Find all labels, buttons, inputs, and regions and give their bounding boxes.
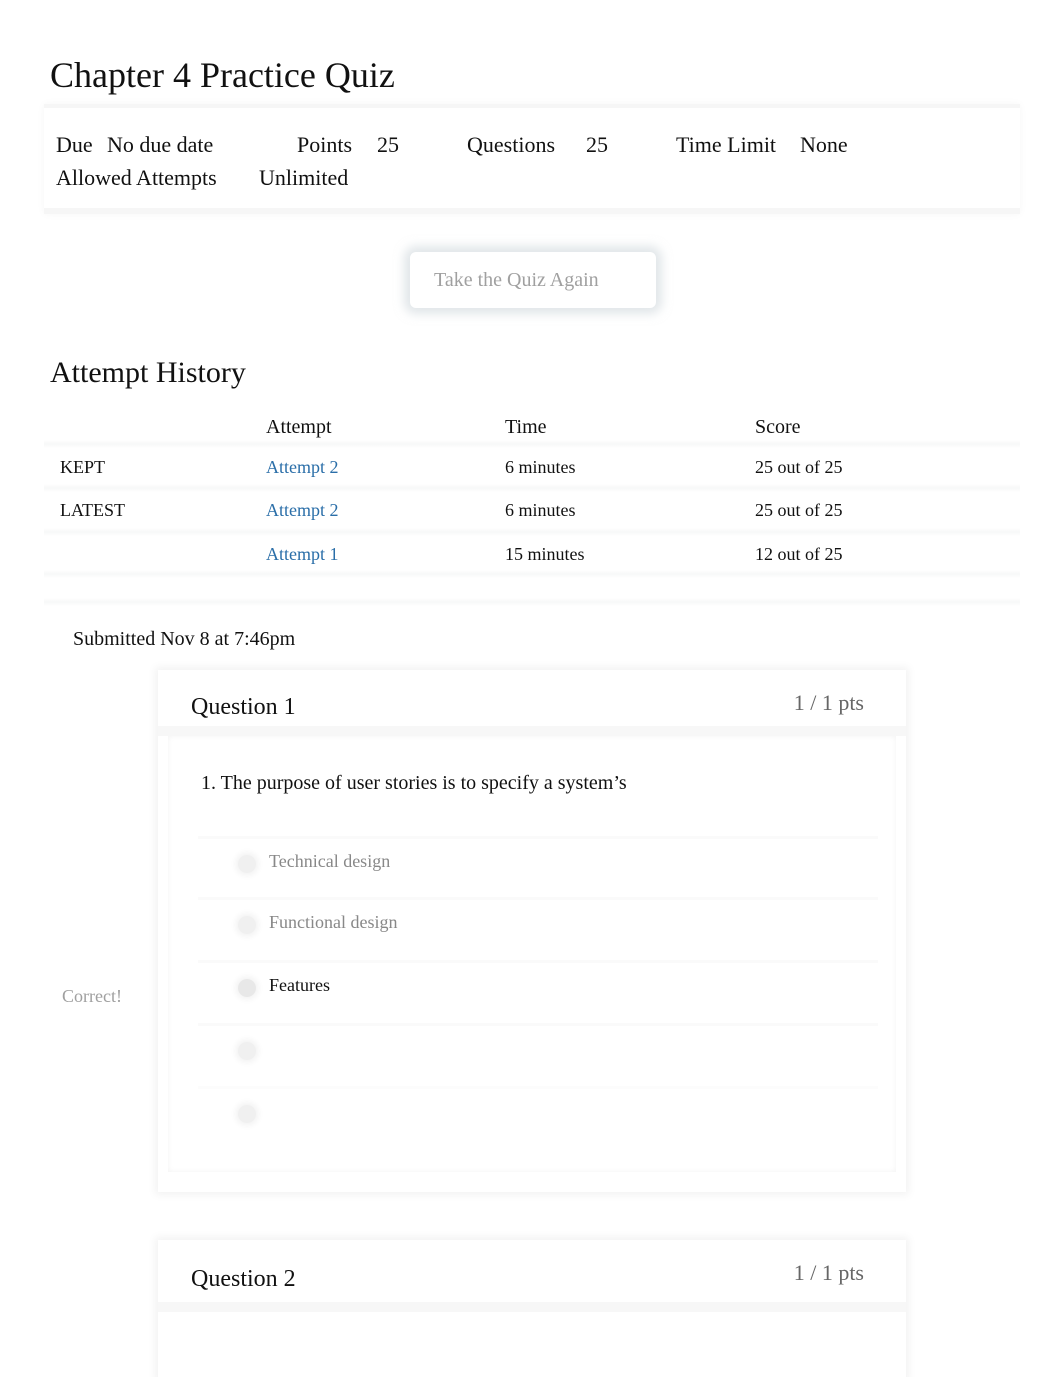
radio-button-icon[interactable] (238, 916, 256, 934)
answer-option[interactable] (198, 1023, 878, 1079)
attempt-link[interactable]: Attempt 1 (266, 544, 339, 565)
radio-button-icon[interactable] (238, 1042, 256, 1060)
question-body: 1. The purpose of user stories is to spe… (168, 736, 896, 1172)
submitted-timestamp: Submitted Nov 8 at 7:46pm (73, 628, 296, 650)
due-value: No due date (107, 132, 214, 157)
question-points: 1 / 1 pts (793, 690, 864, 715)
page-title: Chapter 4 Practice Quiz (50, 55, 395, 95)
attempt-score: 12 out of 25 (755, 544, 843, 564)
attempt-score: 25 out of 25 (755, 500, 843, 520)
attempt-tag: LATEST (60, 500, 125, 520)
attempts-value: Unlimited (259, 165, 349, 190)
answer-label: Features (269, 975, 330, 995)
divider (44, 528, 1020, 536)
question-title: Question 2 (191, 1266, 296, 1292)
divider (44, 440, 1020, 448)
time-limit-value: None (800, 132, 848, 157)
divider (44, 598, 1020, 606)
question-header: Question 1 1 / 1 pts (158, 670, 906, 736)
divider (44, 570, 1020, 578)
question-card: Question 2 1 / 1 pts (158, 1240, 906, 1377)
question-card: Question 1 1 / 1 pts 1. The purpose of u… (158, 670, 906, 1192)
attempt-time: 15 minutes (505, 544, 585, 564)
attempt-time: 6 minutes (505, 457, 576, 477)
questions-label: Questions (467, 132, 555, 157)
due-label: Due (56, 132, 93, 157)
question-title: Question 1 (191, 694, 296, 720)
answer-option[interactable]: Technical design (198, 836, 878, 892)
attempt-score: 25 out of 25 (755, 457, 843, 477)
attempts-label: Allowed Attempts (56, 165, 217, 190)
attempt-tag: KEPT (60, 457, 105, 477)
divider (44, 484, 1020, 492)
correct-answer-indicator: Correct! (62, 986, 122, 1006)
table-row: Attempt 1 15 minutes 12 out of 25 (44, 544, 1020, 584)
answer-label: Functional design (269, 912, 398, 932)
quiz-details: Due No due date Points 25 Questions 25 T… (44, 104, 1020, 214)
question-header: Question 2 1 / 1 pts (158, 1240, 906, 1312)
answer-label: Technical design (269, 851, 391, 871)
questions-value: 25 (586, 132, 608, 157)
answer-option-selected[interactable]: Features (198, 960, 878, 1016)
answer-option[interactable] (198, 1086, 878, 1142)
radio-button-icon[interactable] (238, 1105, 256, 1123)
column-header-time: Time (505, 416, 547, 438)
attempt-history-title: Attempt History (50, 356, 246, 389)
points-label: Points (297, 132, 353, 157)
attempt-link[interactable]: Attempt 2 (266, 500, 339, 521)
radio-button-selected-icon[interactable] (238, 979, 256, 997)
column-header-attempt: Attempt (266, 416, 332, 438)
column-header-score: Score (755, 416, 801, 438)
take-quiz-again-button[interactable]: Take the Quiz Again (410, 252, 656, 308)
question-text: 1. The purpose of user stories is to spe… (201, 772, 627, 794)
attempt-link[interactable]: Attempt 2 (266, 457, 339, 478)
question-points: 1 / 1 pts (793, 1260, 864, 1285)
radio-button-icon[interactable] (238, 855, 256, 873)
attempt-time: 6 minutes (505, 500, 576, 520)
time-limit-label: Time Limit (676, 132, 777, 157)
answer-option[interactable]: Functional design (198, 897, 878, 953)
points-value: 25 (377, 132, 399, 157)
